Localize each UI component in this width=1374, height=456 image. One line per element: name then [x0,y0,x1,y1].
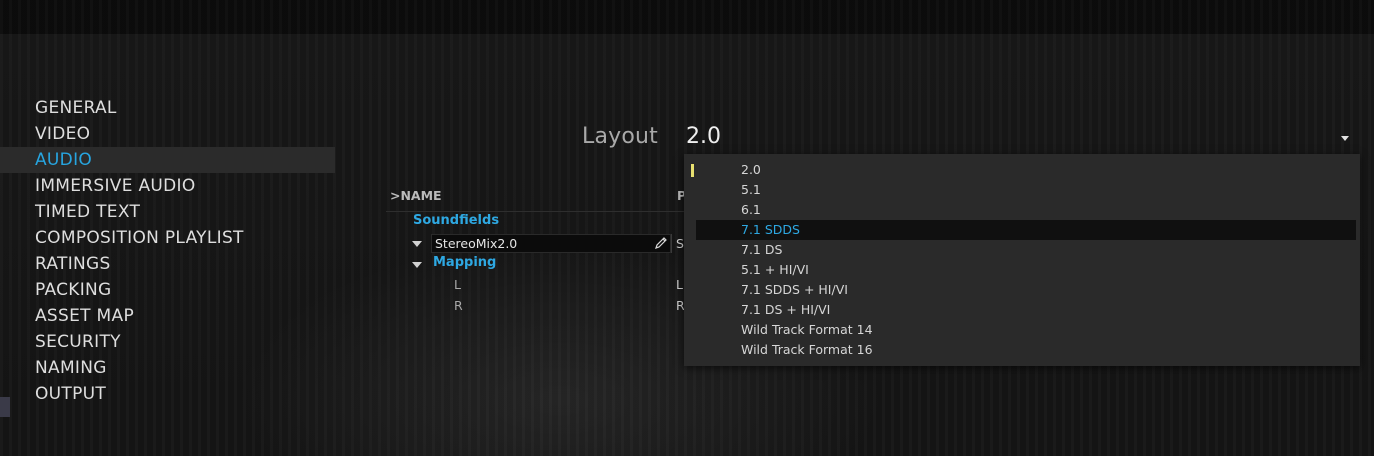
layout-select[interactable]: 2.0 [686,124,1358,152]
table-header: >NAME P [386,186,686,212]
sidebar-item-security[interactable]: SECURITY [0,329,335,355]
sidebar-item-video[interactable]: VIDEO [0,121,335,147]
sidebar-item-ratings[interactable]: RATINGS [0,251,335,277]
focus-marker [691,164,694,177]
dropdown-option[interactable]: Wild Track Format 16 [696,340,1356,360]
layout-label: Layout [582,124,658,149]
sidebar-item-audio[interactable]: AUDIO [0,147,335,173]
sidebar-item-general[interactable]: GENERAL [0,95,335,121]
mapping-label: Mapping [433,255,497,270]
dropdown-option[interactable]: Wild Track Format 14 [696,320,1356,340]
dropdown-option[interactable]: 7.1 SDDS + HI/VI [696,280,1356,300]
soundfield-p-cell: S [676,236,684,251]
sidebar-item-asset-map[interactable]: ASSET MAP [0,303,335,329]
dropdown-option[interactable]: 7.1 DS [696,240,1356,260]
expand-triangle-icon[interactable] [412,241,422,247]
sidebar-item-timed-text[interactable]: TIMED TEXT [0,199,335,225]
layout-selected-value: 2.0 [686,124,721,149]
sidebar-item-immersive-audio[interactable]: IMMERSIVE AUDIO [0,173,335,199]
dropdown-option[interactable]: 5.1 + HI/VI [696,260,1356,280]
layout-dropdown-list: 2.0 5.1 6.1 7.1 SDDS 7.1 DS 5.1 + HI/VI … [684,154,1360,366]
channel-p-l: L [676,277,683,292]
expand-triangle-icon[interactable] [412,262,422,268]
sidebar-item-composition-playlist[interactable]: COMPOSITION PLAYLIST [0,225,335,251]
channel-name-l: L [454,277,461,292]
soundfields-label: Soundfields [413,213,500,228]
dropdown-option[interactable]: 6.1 [696,200,1356,220]
dropdown-option[interactable]: 2.0 [696,160,1356,180]
sidebar-nav: GENERAL VIDEO AUDIO IMMERSIVE AUDIO TIME… [0,95,335,407]
field-divider [671,234,672,253]
sidebar-item-packing[interactable]: PACKING [0,277,335,303]
dropdown-option[interactable]: 5.1 [696,180,1356,200]
soundfield-name-field[interactable]: StereoMix2.0 [431,234,671,253]
channel-name-r: R [454,298,463,313]
sidebar-item-naming[interactable]: NAMING [0,355,335,381]
sidebar-item-output[interactable]: OUTPUT [0,381,335,407]
column-header-name[interactable]: >NAME [390,188,442,203]
pencil-icon[interactable] [654,236,668,250]
dropdown-option-highlighted[interactable]: 7.1 SDDS [696,220,1356,240]
dropdown-option[interactable]: 7.1 DS + HI/VI [696,300,1356,320]
chevron-down-icon[interactable] [1341,136,1349,141]
